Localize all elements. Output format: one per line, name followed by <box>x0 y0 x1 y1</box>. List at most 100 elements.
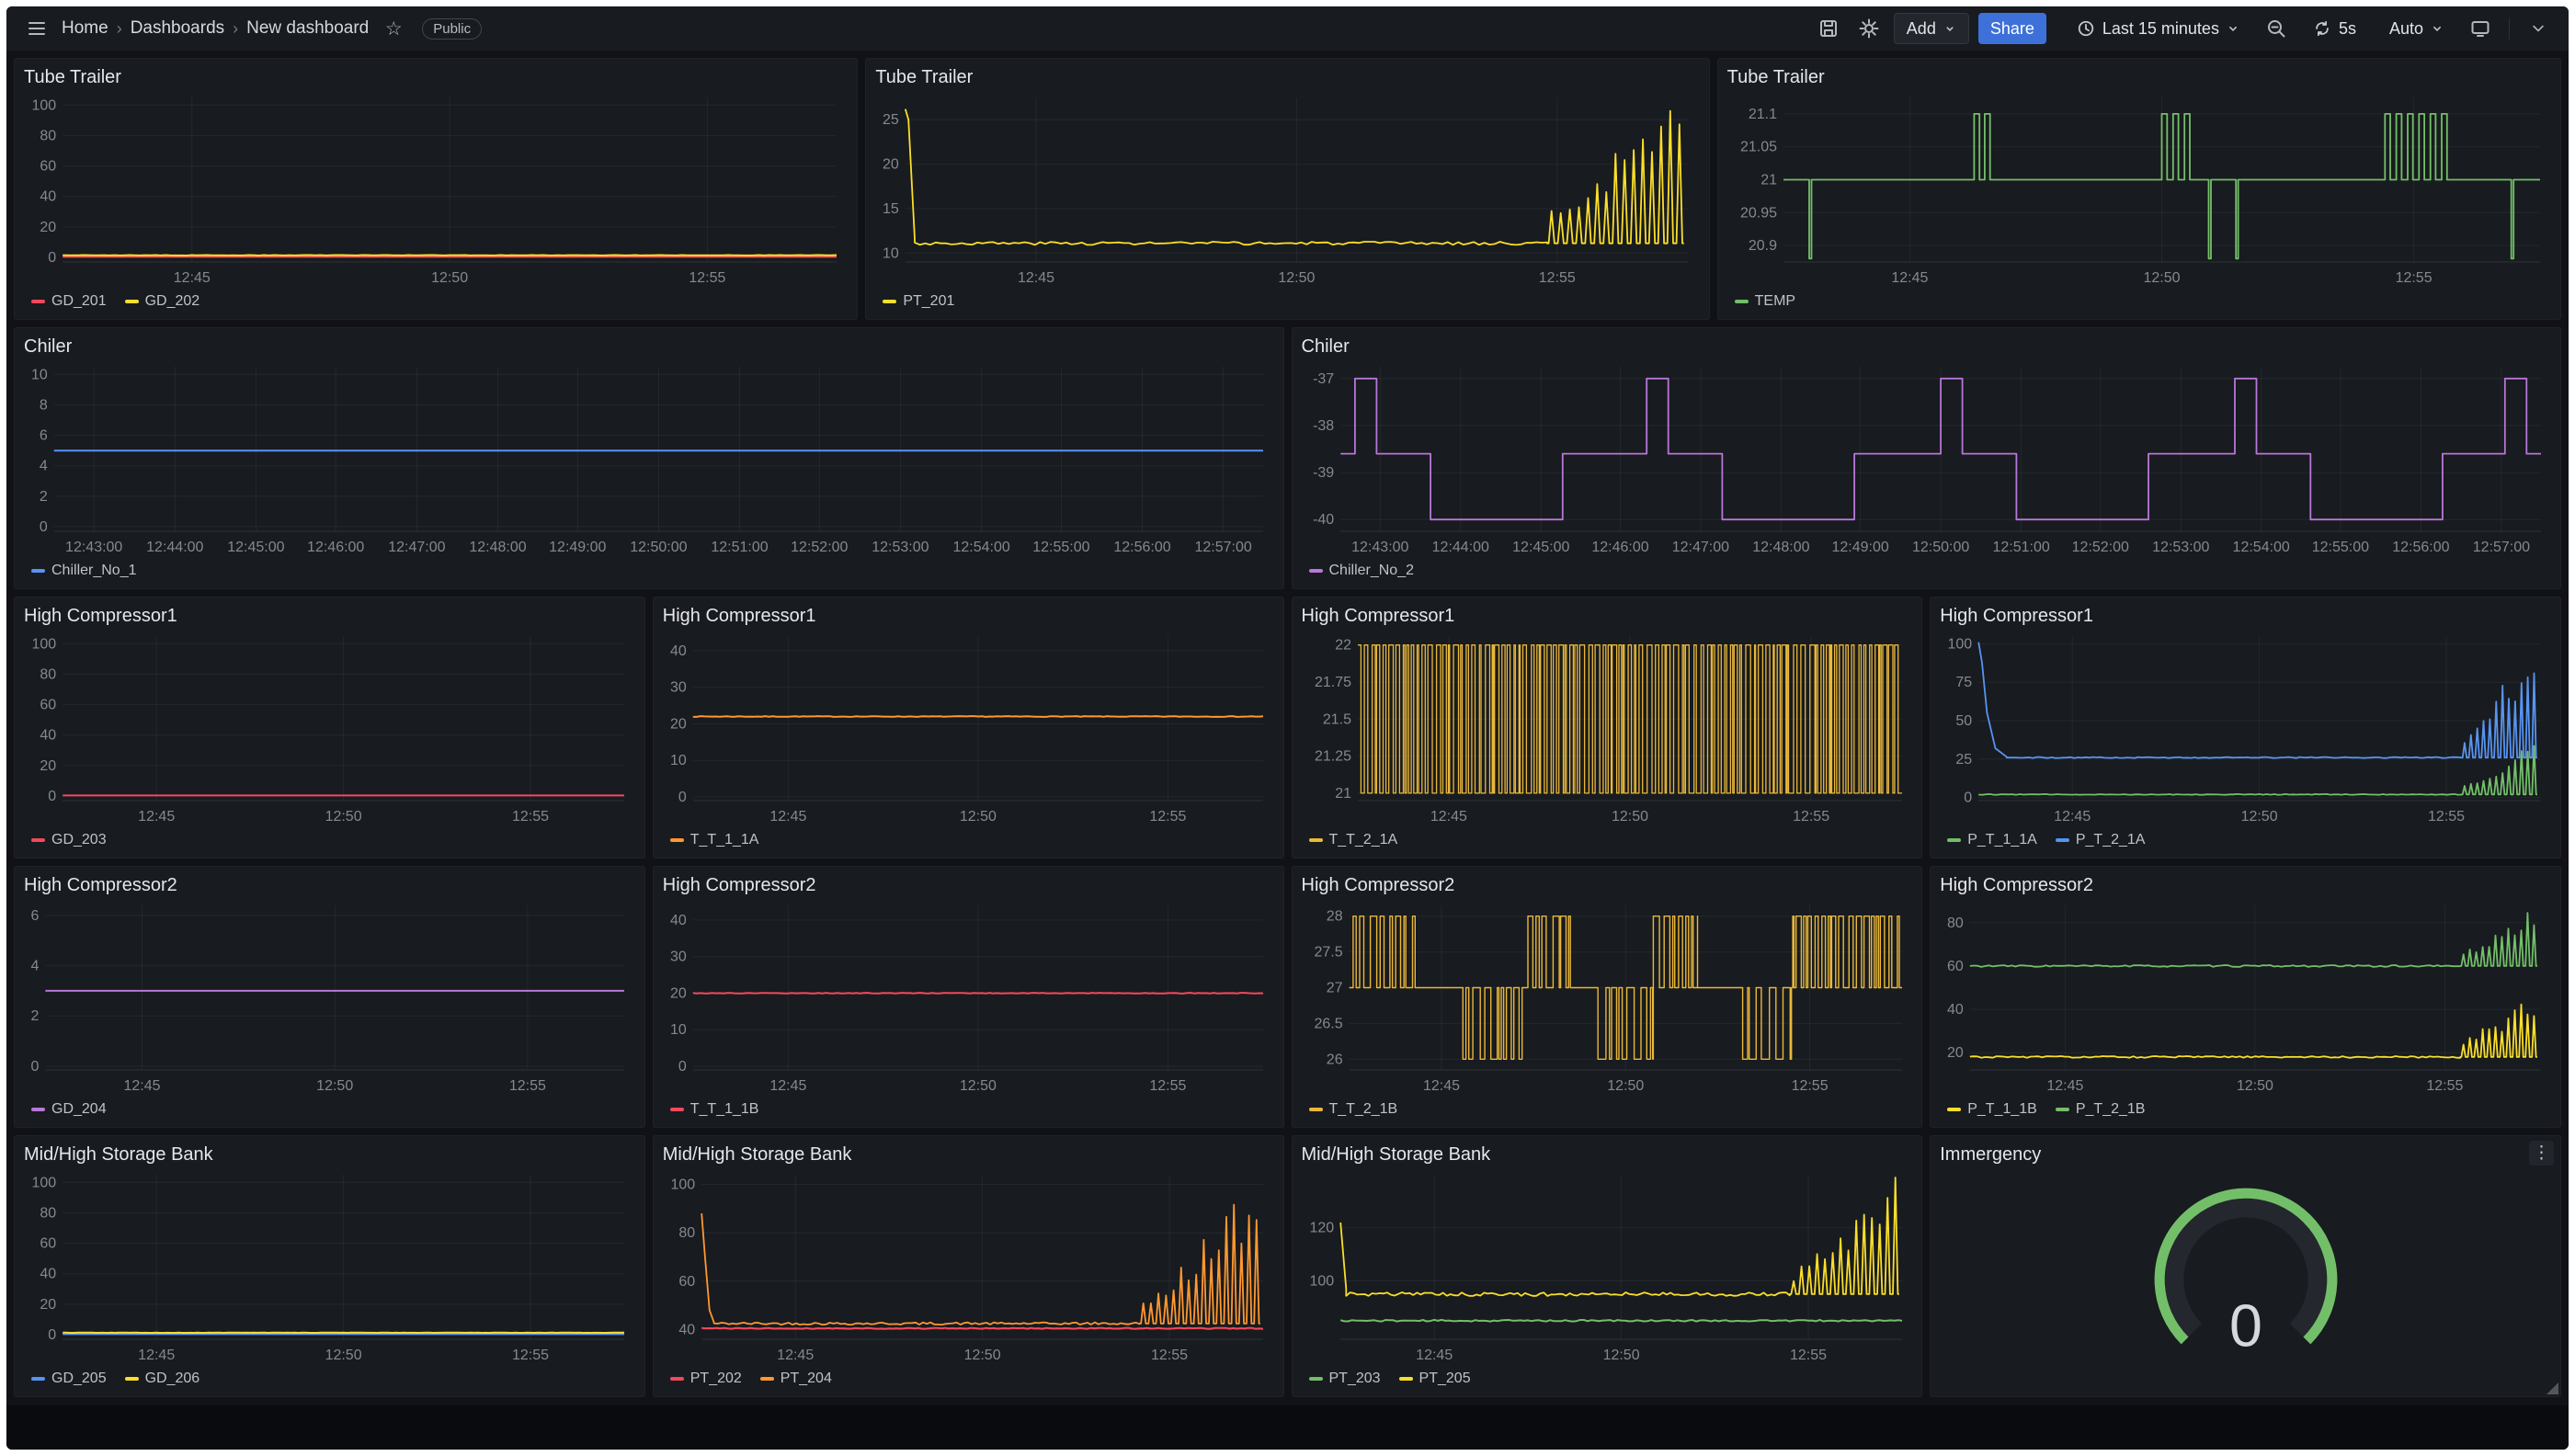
chart-area[interactable]: 02040608010012:4512:5012:55 <box>24 629 635 828</box>
panel-title[interactable]: Mid/High Storage Bank <box>1302 1142 1913 1167</box>
menu-toggle-button[interactable] <box>21 13 52 44</box>
legend-item-P_T_1_1B[interactable]: P_T_1_1B <box>1947 1101 2037 1118</box>
panel-resize-handle[interactable] <box>2547 1382 2558 1394</box>
collapse-toolbar-icon[interactable] <box>2523 13 2554 44</box>
panel-title[interactable]: High Compressor1 <box>663 603 1274 629</box>
timeseries-chart[interactable]: 2121.2521.521.752212:4512:5012:55 <box>1302 629 1913 828</box>
panel-title[interactable]: Chiler <box>24 334 1274 359</box>
timeseries-chart[interactable]: 01020304012:4512:5012:55 <box>663 898 1274 1098</box>
panel-title[interactable]: High Compressor1 <box>1940 603 2551 629</box>
timeseries-chart[interactable]: -40-39-38-3712:43:0012:44:0012:45:0012:4… <box>1302 359 2552 559</box>
legend-item-GD_203[interactable]: GD_203 <box>31 832 107 848</box>
timeseries-chart[interactable]: 02040608010012:4512:5012:55 <box>24 629 635 828</box>
tv-mode-icon[interactable] <box>2465 13 2496 44</box>
legend-item-PT_203[interactable]: PT_203 <box>1309 1371 1381 1387</box>
chart-area[interactable]: 40608010012:4512:5012:55 <box>663 1167 1274 1367</box>
save-dashboard-icon[interactable] <box>1813 13 1844 44</box>
chart-area[interactable]: 025507510012:4512:5012:55 <box>1940 629 2551 828</box>
legend-item-T_T_2_1A[interactable]: T_T_2_1A <box>1309 832 1398 848</box>
chart-area[interactable]: 01020304012:4512:5012:55 <box>663 898 1274 1098</box>
refresh-button[interactable]: 5s <box>2301 13 2368 44</box>
add-button[interactable]: Add <box>1894 13 1969 44</box>
zoom-out-icon[interactable] <box>2261 13 2292 44</box>
y-tick: 30 <box>670 680 687 696</box>
panel-title[interactable]: Tube Trailer <box>24 64 848 90</box>
legend-item-PT_204[interactable]: PT_204 <box>760 1371 832 1387</box>
breadcrumb-separator: › <box>117 19 122 39</box>
legend-item-T_T_1_1A[interactable]: T_T_1_1A <box>670 832 759 848</box>
chart-area[interactable]: 02040608010012:4512:5012:55 <box>24 1167 635 1367</box>
breadcrumb-home[interactable]: Home <box>62 18 108 39</box>
legend-label: T_T_2_1B <box>1329 1101 1398 1118</box>
legend-item-Chiller_No_1[interactable]: Chiller_No_1 <box>31 563 137 579</box>
time-range-picker[interactable]: Last 15 minutes <box>2065 13 2251 44</box>
legend-item-P_T_2_1B[interactable]: P_T_2_1B <box>2056 1101 2146 1118</box>
panel-title[interactable]: High Compressor2 <box>663 872 1274 898</box>
chart-area[interactable]: 1015202512:4512:5012:55 <box>875 90 1699 290</box>
legend-item-T_T_1_1B[interactable]: T_T_1_1B <box>670 1101 759 1118</box>
chart-area[interactable]: -40-39-38-3712:43:0012:44:0012:45:0012:4… <box>1302 359 2552 559</box>
timeseries-chart[interactable]: 024612:4512:5012:55 <box>24 898 635 1098</box>
legend-item-TEMP[interactable]: TEMP <box>1735 293 1795 310</box>
panel-title[interactable]: Tube Trailer <box>1727 64 2551 90</box>
share-button[interactable]: Share <box>1978 13 2046 44</box>
panel-title[interactable]: High Compressor1 <box>24 603 635 629</box>
timeseries-chart[interactable]: 025507510012:4512:5012:55 <box>1940 629 2551 828</box>
grid <box>1978 636 2540 801</box>
legend-item-Chiller_No_2[interactable]: Chiller_No_2 <box>1309 563 1415 579</box>
timeseries-chart[interactable]: 10012012:4512:5012:55 <box>1302 1167 1913 1367</box>
timeseries-chart[interactable]: 20.920.952121.0521.112:4512:5012:55 <box>1727 90 2551 290</box>
legend-item-GD_204[interactable]: GD_204 <box>31 1101 107 1118</box>
star-icon[interactable]: ☆ <box>378 13 409 44</box>
legend-item-P_T_2_1A[interactable]: P_T_2_1A <box>2056 832 2146 848</box>
legend-item-T_T_2_1B[interactable]: T_T_2_1B <box>1309 1101 1398 1118</box>
timeseries-chart[interactable]: 40608010012:4512:5012:55 <box>663 1167 1274 1367</box>
chart-area[interactable]: 2121.2521.521.752212:4512:5012:55 <box>1302 629 1913 828</box>
panel-title[interactable]: High Compressor2 <box>1302 872 1913 898</box>
timeseries-chart[interactable]: 02040608010012:4512:5012:55 <box>24 90 848 290</box>
panel-title[interactable]: Immergency <box>1940 1142 2551 1167</box>
y-tick: 10 <box>670 1022 687 1038</box>
legend-item-GD_201[interactable]: GD_201 <box>31 293 107 310</box>
legend-item-PT_205[interactable]: PT_205 <box>1399 1371 1471 1387</box>
grid <box>693 636 1263 801</box>
panel-high-compressor1-d: High Compressor1 025507510012:4512:5012:… <box>1930 597 2561 859</box>
chart-area[interactable]: 20.920.952121.0521.112:4512:5012:55 <box>1727 90 2551 290</box>
panel-menu-kebab-icon[interactable]: ⋮ <box>2529 1141 2554 1166</box>
legend-item-P_T_1_1A[interactable]: P_T_1_1A <box>1947 832 2037 848</box>
timeseries-chart[interactable]: 01020304012:4512:5012:55 <box>663 629 1274 828</box>
timeseries-chart[interactable]: 02040608010012:4512:5012:55 <box>24 1167 635 1367</box>
settings-gear-icon[interactable] <box>1853 13 1885 44</box>
refresh-interval-picker[interactable]: Auto <box>2377 13 2455 44</box>
timeseries-chart[interactable]: 2040608012:4512:5012:55 <box>1940 898 2551 1098</box>
timeseries-chart[interactable]: 2626.52727.52812:4512:5012:55 <box>1302 898 1913 1098</box>
panel-title[interactable]: Tube Trailer <box>875 64 1699 90</box>
timeseries-chart[interactable]: 1015202512:4512:5012:55 <box>875 90 1699 290</box>
legend-item-GD_205[interactable]: GD_205 <box>31 1371 107 1387</box>
legend: PT_201 <box>875 290 1699 313</box>
panel-title[interactable]: Mid/High Storage Bank <box>24 1142 635 1167</box>
chart-area[interactable]: 2626.52727.52812:4512:5012:55 <box>1302 898 1913 1098</box>
panel-title[interactable]: High Compressor1 <box>1302 603 1913 629</box>
breadcrumb-dashboards[interactable]: Dashboards <box>131 18 224 39</box>
legend: TEMP <box>1727 290 2551 313</box>
panel-title[interactable]: Chiler <box>1302 334 2552 359</box>
panel-title[interactable]: High Compressor2 <box>1940 872 2551 898</box>
chart-area[interactable]: 2040608012:4512:5012:55 <box>1940 898 2551 1098</box>
legend-item-GD_202[interactable]: GD_202 <box>125 293 200 310</box>
panel-high-compressor1-c: High Compressor1 2121.2521.521.752212:45… <box>1292 597 1923 859</box>
legend-item-PT_201[interactable]: PT_201 <box>883 293 954 310</box>
legend-item-PT_202[interactable]: PT_202 <box>670 1371 742 1387</box>
chart-area[interactable]: 024612:4512:5012:55 <box>24 898 635 1098</box>
chart-area: 0 <box>1940 1167 2551 1391</box>
panel-title[interactable]: Mid/High Storage Bank <box>663 1142 1274 1167</box>
panel-title[interactable]: High Compressor2 <box>24 872 635 898</box>
chart-area[interactable]: 01020304012:4512:5012:55 <box>663 629 1274 828</box>
chart-area[interactable]: 024681012:43:0012:44:0012:45:0012:46:001… <box>24 359 1274 559</box>
chart-area[interactable]: 10012012:4512:5012:55 <box>1302 1167 1913 1367</box>
timeseries-chart[interactable]: 024681012:43:0012:44:0012:45:0012:46:001… <box>24 359 1274 559</box>
panel-high-compressor2-d: High Compressor2 2040608012:4512:5012:55… <box>1930 866 2561 1128</box>
legend-item-GD_206[interactable]: GD_206 <box>125 1371 200 1387</box>
legend-label: GD_205 <box>51 1371 107 1387</box>
chart-area[interactable]: 02040608010012:4512:5012:55 <box>24 90 848 290</box>
